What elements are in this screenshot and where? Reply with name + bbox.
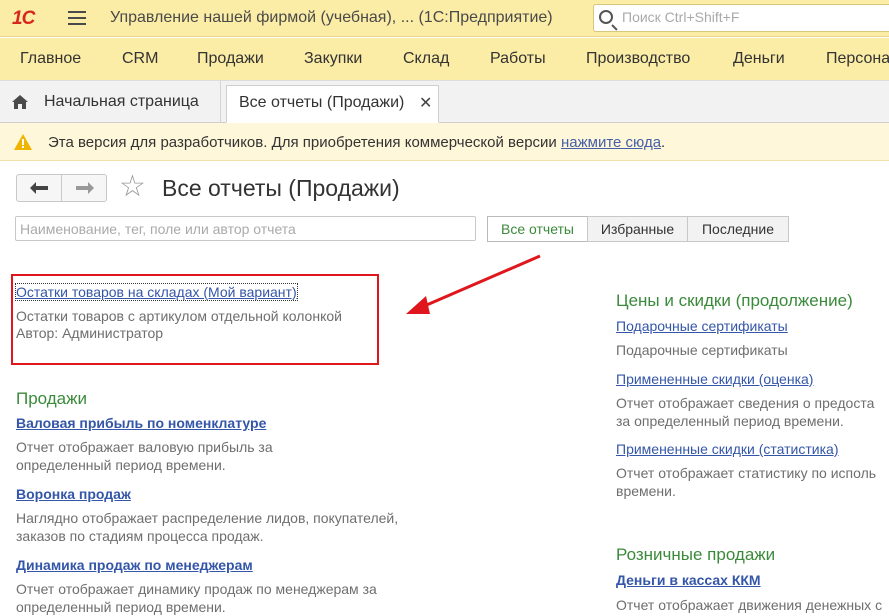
section-works[interactable]: Работы: [490, 50, 546, 68]
report-desc: Отчет отображает статистику по исполь вр…: [616, 465, 877, 499]
report-desc: Отчет отображает валовую прибыль за опре…: [16, 439, 273, 473]
report-desc: Подарочные сертификаты: [616, 342, 788, 358]
tab-home-label: Начальная страница: [44, 93, 199, 110]
warning-icon: [14, 134, 32, 150]
filter-all-reports[interactable]: Все отчеты: [487, 216, 588, 242]
section-purchases[interactable]: Закупки: [304, 50, 362, 68]
group-title-retail-sales: Розничные продажи: [616, 545, 776, 564]
report-link-stock-balances[interactable]: Остатки товаров на складах (Мой вариант): [15, 283, 298, 301]
report-desc: Отчет отображает движения денежных с: [616, 597, 883, 613]
report-desc: Наглядно отображает распределение лидов,…: [16, 510, 399, 544]
filter-recent[interactable]: Последние: [687, 216, 789, 242]
home-icon: [12, 95, 28, 109]
report-link-gross-profit[interactable]: Валовая прибыль по номенклатуре: [16, 415, 266, 431]
report-author: Автор: Администратор: [16, 325, 164, 341]
section-sales[interactable]: Продажи: [197, 50, 264, 68]
page-title: Все отчеты (Продажи): [162, 175, 400, 201]
report-link-cash-registers[interactable]: Деньги в кассах ККМ: [616, 572, 761, 588]
global-search[interactable]: [593, 4, 889, 32]
report-desc: Отчет отображает сведения о предоста за …: [616, 395, 875, 429]
report-link-discounts-statistics[interactable]: Примененные скидки (статистика): [616, 441, 839, 457]
developer-notice: Эта версия для разработчиков. Для приобр…: [0, 123, 889, 161]
report-link-discounts-estimate[interactable]: Примененные скидки (оценка): [616, 371, 813, 387]
notice-suffix: .: [661, 134, 666, 151]
section-production[interactable]: Производство: [586, 50, 690, 68]
filter-favorites[interactable]: Избранные: [587, 216, 688, 242]
arrow-left-icon: [30, 182, 48, 194]
arrow-right-icon: [75, 182, 94, 194]
1c-logo: 1С: [12, 8, 35, 29]
buy-link[interactable]: нажмите сюда: [561, 134, 661, 151]
close-icon[interactable]: ✕: [419, 93, 432, 113]
section-crm[interactable]: CRM: [122, 50, 158, 68]
tab-all-reports[interactable]: Все отчеты (Продажи) ✕: [226, 85, 439, 123]
group-title-prices-discounts: Цены и скидки (продолжение): [616, 291, 853, 310]
red-arrow-annotation: [406, 254, 541, 314]
notice-text: Эта версия для разработчиков. Для приобр…: [48, 134, 665, 151]
star-icon[interactable]: ☆: [119, 172, 146, 202]
nav-buttons: [16, 174, 107, 202]
back-button[interactable]: [17, 175, 62, 201]
report-link-gift-certificates[interactable]: Подарочные сертификаты: [616, 318, 788, 334]
report-link-sales-funnel[interactable]: Воронка продаж: [16, 486, 131, 502]
report-search-input[interactable]: [15, 216, 476, 241]
report-desc: Остатки товаров с артикулом отдельной ко…: [16, 308, 342, 324]
notice-message: Эта версия для разработчиков. Для приобр…: [48, 134, 561, 151]
search-icon: [599, 10, 613, 24]
report-desc: Отчет отображает динамику продаж по мене…: [16, 581, 377, 615]
report-link-sales-dynamics[interactable]: Динамика продаж по менеджерам: [16, 557, 253, 573]
search-input[interactable]: [622, 9, 882, 25]
section-main[interactable]: Главное: [20, 50, 81, 68]
sections-menu: Главное CRM Продажи Закупки Склад Работы…: [0, 38, 889, 81]
section-warehouse[interactable]: Склад: [403, 50, 449, 68]
group-title-sales: Продажи: [16, 389, 87, 408]
section-money[interactable]: Деньги: [733, 50, 785, 68]
menu-icon[interactable]: [68, 11, 86, 25]
app-title: Управление нашей фирмой (учебная), ... (…: [110, 9, 553, 26]
tab-all-reports-label: Все отчеты (Продажи): [239, 94, 405, 111]
title-bar: 1С Управление нашей фирмой (учебная), ..…: [0, 0, 889, 37]
forward-button[interactable]: [62, 175, 107, 201]
tab-bar: Начальная страница Все отчеты (Продажи) …: [0, 81, 889, 123]
tab-home[interactable]: Начальная страница: [0, 81, 221, 122]
section-staff[interactable]: Персона: [826, 50, 889, 68]
